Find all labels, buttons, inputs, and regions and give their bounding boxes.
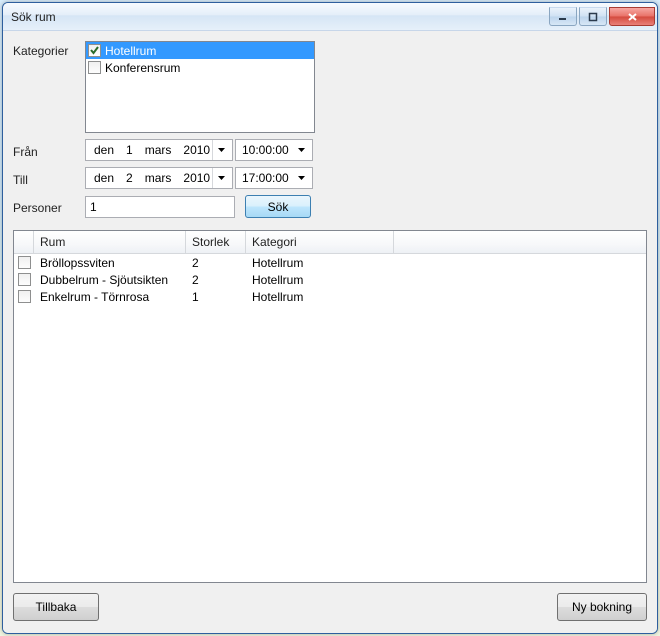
table-row[interactable]: Bröllopssviten2Hotellrum bbox=[14, 254, 646, 271]
maximize-icon bbox=[588, 12, 598, 22]
grid-body: Bröllopssviten2HotellrumDubbelrum - Sjöu… bbox=[14, 254, 646, 582]
new-booking-button-label: Ny bokning bbox=[572, 600, 632, 614]
persons-value: 1 bbox=[90, 200, 97, 214]
checkbox[interactable] bbox=[88, 61, 101, 74]
to-time-value: 17:00:00 bbox=[242, 171, 293, 185]
checkbox[interactable] bbox=[88, 44, 101, 57]
to-label: Till bbox=[13, 170, 85, 187]
chevron-down-icon bbox=[298, 176, 305, 180]
grid-header-fill bbox=[394, 231, 646, 253]
chevron-down-icon bbox=[218, 148, 225, 152]
from-date-day: 1 bbox=[120, 143, 139, 157]
row-checkbox-cell bbox=[14, 256, 34, 269]
back-button[interactable]: Tillbaka bbox=[13, 593, 99, 621]
check-icon bbox=[90, 46, 99, 55]
row-size: 1 bbox=[186, 290, 246, 304]
row-category: Hotellrum bbox=[246, 256, 394, 270]
window-controls bbox=[549, 7, 657, 26]
results-grid: Rum Storlek Kategori Bröllopssviten2Hote… bbox=[13, 230, 647, 583]
client-area: Kategorier Hotellrum Konferensrum Från de… bbox=[3, 31, 657, 633]
minimize-icon bbox=[558, 12, 568, 22]
search-button-label: Sök bbox=[268, 200, 289, 214]
back-button-label: Tillbaka bbox=[36, 600, 77, 614]
to-row: Till den 2 mars 2010 17:00:00 bbox=[13, 167, 647, 189]
categories-row: Kategorier Hotellrum Konferensrum bbox=[13, 41, 647, 133]
window-title: Sök rum bbox=[11, 10, 549, 24]
to-date-day: 2 bbox=[120, 171, 139, 185]
from-time-picker[interactable]: 10:00:00 bbox=[235, 139, 313, 161]
to-date-year: 2010 bbox=[177, 171, 212, 185]
to-date-prefix: den bbox=[88, 171, 120, 185]
from-date-dropdown[interactable] bbox=[212, 140, 229, 160]
to-time-picker[interactable]: 17:00:00 bbox=[235, 167, 313, 189]
row-checkbox-cell bbox=[14, 273, 34, 286]
from-date-year: 2010 bbox=[177, 143, 212, 157]
table-row[interactable]: Enkelrum - Törnrosa1Hotellrum bbox=[14, 288, 646, 305]
categories-listbox[interactable]: Hotellrum Konferensrum bbox=[85, 41, 315, 133]
row-room: Dubbelrum - Sjöutsikten bbox=[34, 273, 186, 287]
from-time-value: 10:00:00 bbox=[242, 143, 293, 157]
table-row[interactable]: Dubbelrum - Sjöutsikten2Hotellrum bbox=[14, 271, 646, 288]
from-label: Från bbox=[13, 142, 85, 159]
persons-label: Personer bbox=[13, 198, 85, 215]
grid-header-size[interactable]: Storlek bbox=[186, 231, 246, 253]
grid-header-checkbox bbox=[14, 231, 34, 253]
search-button[interactable]: Sök bbox=[245, 195, 311, 218]
from-date-prefix: den bbox=[88, 143, 120, 157]
category-item[interactable]: Hotellrum bbox=[86, 42, 314, 59]
grid-header: Rum Storlek Kategori bbox=[14, 231, 646, 254]
categories-label: Kategorier bbox=[13, 41, 85, 58]
to-date-picker[interactable]: den 2 mars 2010 bbox=[85, 167, 233, 189]
grid-header-room[interactable]: Rum bbox=[34, 231, 186, 253]
close-button[interactable] bbox=[609, 7, 655, 26]
chevron-down-icon bbox=[218, 176, 225, 180]
to-date-dropdown[interactable] bbox=[212, 168, 229, 188]
row-category: Hotellrum bbox=[246, 290, 394, 304]
new-booking-button[interactable]: Ny bokning bbox=[557, 593, 647, 621]
from-time-dropdown[interactable] bbox=[293, 140, 310, 160]
grid-header-category[interactable]: Kategori bbox=[246, 231, 394, 253]
row-room: Bröllopssviten bbox=[34, 256, 186, 270]
chevron-down-icon bbox=[298, 148, 305, 152]
from-date-picker[interactable]: den 1 mars 2010 bbox=[85, 139, 233, 161]
row-category: Hotellrum bbox=[246, 273, 394, 287]
checkbox[interactable] bbox=[18, 273, 31, 286]
category-item[interactable]: Konferensrum bbox=[86, 59, 314, 76]
footer: Tillbaka Ny bokning bbox=[13, 583, 647, 621]
maximize-button[interactable] bbox=[579, 7, 607, 26]
row-size: 2 bbox=[186, 256, 246, 270]
from-date-month: mars bbox=[139, 143, 178, 157]
to-date-month: mars bbox=[139, 171, 178, 185]
row-room: Enkelrum - Törnrosa bbox=[34, 290, 186, 304]
row-checkbox-cell bbox=[14, 290, 34, 303]
to-time-dropdown[interactable] bbox=[293, 168, 310, 188]
from-date-group: den 1 mars 2010 10:00:00 bbox=[85, 139, 313, 161]
persons-input[interactable]: 1 bbox=[85, 196, 235, 218]
titlebar: Sök rum bbox=[3, 3, 657, 31]
category-item-label: Hotellrum bbox=[105, 44, 156, 58]
row-size: 2 bbox=[186, 273, 246, 287]
checkbox[interactable] bbox=[18, 256, 31, 269]
minimize-button[interactable] bbox=[549, 7, 577, 26]
checkbox[interactable] bbox=[18, 290, 31, 303]
category-item-label: Konferensrum bbox=[105, 61, 180, 75]
window: Sök rum Kategorier Hotellrum Konferensrum… bbox=[2, 2, 658, 634]
from-row: Från den 1 mars 2010 10:00:00 bbox=[13, 139, 647, 161]
persons-row: Personer 1 Sök bbox=[13, 195, 647, 218]
to-date-group: den 2 mars 2010 17:00:00 bbox=[85, 167, 313, 189]
close-icon bbox=[627, 12, 638, 22]
